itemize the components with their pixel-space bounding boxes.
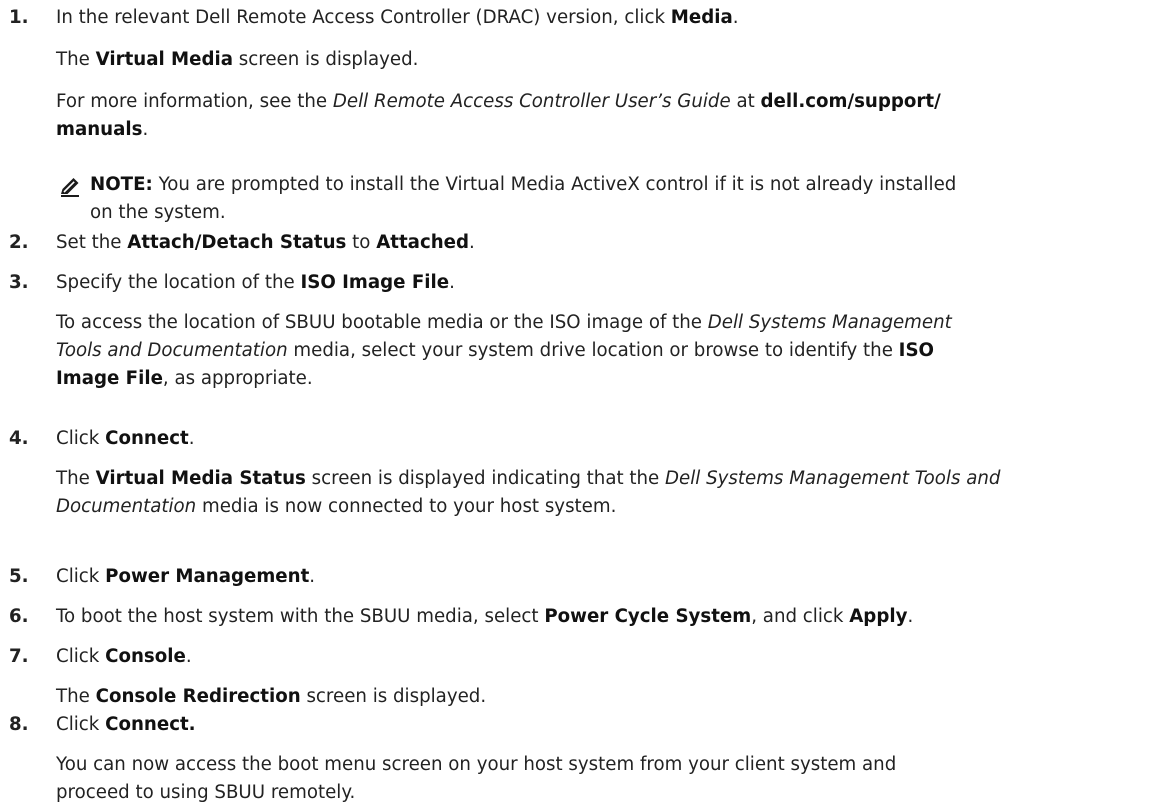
bold-term: manuals (56, 119, 143, 140)
text-run: Click (56, 714, 106, 735)
text-run: media, select your system drive location… (287, 340, 899, 361)
step-text-line: The Virtual Media Status screen is displ… (56, 465, 1000, 493)
step-text-line: manuals. (56, 116, 148, 144)
step-number: 1. (9, 7, 29, 28)
text-run: screen is displayed. (233, 49, 419, 70)
bold-term: Console (105, 646, 186, 667)
step-text-line: Click Console. (56, 643, 192, 671)
text-run: Click (56, 428, 106, 449)
bold-term: Apply (849, 606, 908, 627)
bold-term: Media (670, 7, 733, 28)
text-run: Set the (56, 232, 128, 253)
text-run: Click (56, 646, 106, 667)
text-run: screen is displayed indicating that the (305, 468, 666, 489)
text-run: The (56, 686, 96, 707)
text-run: Click (56, 566, 106, 587)
bold-term: dell.com/support/ (760, 91, 941, 112)
step-text-line: For more information, see the Dell Remot… (56, 88, 941, 116)
step-text-line: To access the location of SBUU bootable … (56, 309, 952, 337)
step-text-line: Click Power Management. (56, 563, 315, 591)
step-text-line: Documentation media is now connected to … (56, 493, 616, 521)
bold-term: Connect. (105, 714, 196, 735)
bold-term: Connect (105, 428, 189, 449)
text-run: to (346, 232, 377, 253)
text-run: The (56, 468, 96, 489)
step-text-line: Image File, as appropriate. (56, 365, 313, 393)
italic-title: Dell Systems Management Tools and (665, 468, 1001, 489)
bold-term: Virtual Media (95, 49, 234, 70)
step-number: 5. (9, 566, 29, 587)
italic-title: Documentation (56, 496, 197, 517)
text-run: media is now connected to your host syst… (196, 496, 617, 517)
text-run: , and click (751, 606, 850, 627)
bold-term: Image File (56, 368, 163, 389)
text-run: . (907, 606, 914, 627)
step-text-line: To boot the host system with the SBUU me… (56, 603, 913, 631)
note-text-line: on the system. (90, 199, 226, 227)
italic-title: Dell Systems Management (707, 312, 952, 333)
text-run: on the system. (90, 202, 226, 223)
italic-title: Tools and Documentation (56, 340, 288, 361)
bold-term: Virtual Media Status (95, 468, 306, 489)
step-text-line: Click Connect. (56, 425, 194, 453)
text-run: Specify the location of the (56, 272, 301, 293)
bold-term: ISO Image File (300, 272, 450, 293)
text-run: . (469, 232, 475, 253)
step-text-line: The Virtual Media screen is displayed. (56, 46, 418, 74)
step-number: 2. (9, 232, 29, 253)
step-text-line: The Console Redirection screen is displa… (56, 683, 486, 711)
text-run: For more information, see the (56, 91, 333, 112)
step-text-line: In the relevant Dell Remote Access Contr… (56, 4, 739, 32)
text-run: . (309, 566, 316, 587)
step-number: 3. (9, 272, 29, 293)
text-run: You are prompted to install the Virtual … (152, 174, 957, 195)
step-number: 8. (9, 714, 29, 735)
text-run: To access the location of SBUU bootable … (56, 312, 708, 333)
step-text-line: Set the Attach/Detach Status to Attached… (56, 229, 475, 257)
text-run: In the relevant Dell Remote Access Contr… (56, 7, 671, 28)
bold-term: ISO (898, 340, 934, 361)
step-text-line: Specify the location of the ISO Image Fi… (56, 269, 455, 297)
text-run: . (142, 119, 149, 140)
note-text-line: NOTE: You are prompted to install the Vi… (90, 171, 956, 199)
text-run: screen is displayed. (300, 686, 487, 707)
bold-term: NOTE: (90, 174, 153, 195)
text-run: proceed to using SBUU remotely. (56, 782, 356, 803)
text-run: . (188, 428, 195, 449)
text-run: To boot the host system with the SBUU me… (56, 606, 545, 627)
bold-term: Power Management (105, 566, 310, 587)
step-text-line: You can now access the boot menu screen … (56, 751, 896, 779)
step-number: 7. (9, 646, 29, 667)
bold-term: Attach/Detach Status (127, 232, 347, 253)
text-run: The (56, 49, 96, 70)
text-run: . (449, 272, 455, 293)
step-text-line: Click Connect. (56, 711, 196, 739)
text-run: . (185, 646, 192, 667)
step-text-line: proceed to using SBUU remotely. (56, 779, 355, 807)
text-run: . (732, 7, 739, 28)
text-run: at (730, 91, 761, 112)
text-run: , as appropriate. (162, 368, 313, 389)
step-number: 6. (9, 606, 29, 627)
bold-term: Power Cycle System (544, 606, 752, 627)
step-number: 4. (9, 428, 29, 449)
bold-term: Console Redirection (95, 686, 301, 707)
italic-title: Dell Remote Access Controller User’s Gui… (332, 91, 731, 112)
pencil-icon (61, 178, 79, 197)
bold-term: Attached (376, 232, 470, 253)
step-text-line: Tools and Documentation media, select yo… (56, 337, 934, 365)
